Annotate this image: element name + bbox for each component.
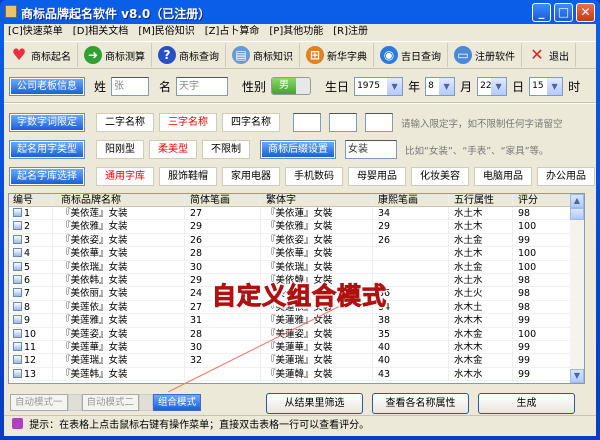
view-properties-button[interactable]: 查看各名称属性 (372, 393, 469, 414)
mode-button[interactable]: 自动模式一 (10, 394, 68, 411)
book-icon (12, 418, 23, 429)
mode-button[interactable]: 组合模式 (153, 394, 202, 411)
generate-button[interactable]: 生成 (478, 393, 575, 414)
client-area: [C]快速菜单 [D]相关文档 [M]民俗知识 [Z]占卜算命 [P]其他功能 [R]注册… (4, 24, 596, 436)
mode-selector: 自动模式一 自动模式二 组合模式 (10, 394, 202, 411)
mode-button[interactable]: 自动模式二 (81, 394, 140, 411)
annotation-arrow (167, 305, 341, 393)
close-button[interactable]: ✕ (576, 3, 595, 22)
maximize-button[interactable]: □ (554, 3, 573, 22)
filter-results-button[interactable]: 从结果里筛选 (266, 393, 363, 414)
mode-spacer (67, 394, 82, 411)
minimize-button[interactable]: _ (532, 3, 551, 22)
app-icon (5, 5, 17, 18)
title-bar: 商标品牌起名软件 v8.0（已注册） _ □ ✕ (0, 0, 600, 24)
app-window: 商标品牌起名软件 v8.0（已注册） _ □ ✕ [C]快速菜单 [D]相关文档[… (0, 0, 600, 440)
overlay-caption: 自定义组合模式 (212, 282, 387, 311)
window-title: 商标品牌起名软件 v8.0（已注册） (21, 7, 211, 21)
status-text: 提示：在表格上点击鼠标右键有操作菜单；直接双击表格一行可以查看评分。 (29, 420, 370, 431)
status-bar: 提示：在表格上点击鼠标右键有操作菜单；直接双击表格一行可以查看评分。 (4, 415, 596, 436)
mode-spacer (139, 394, 154, 411)
